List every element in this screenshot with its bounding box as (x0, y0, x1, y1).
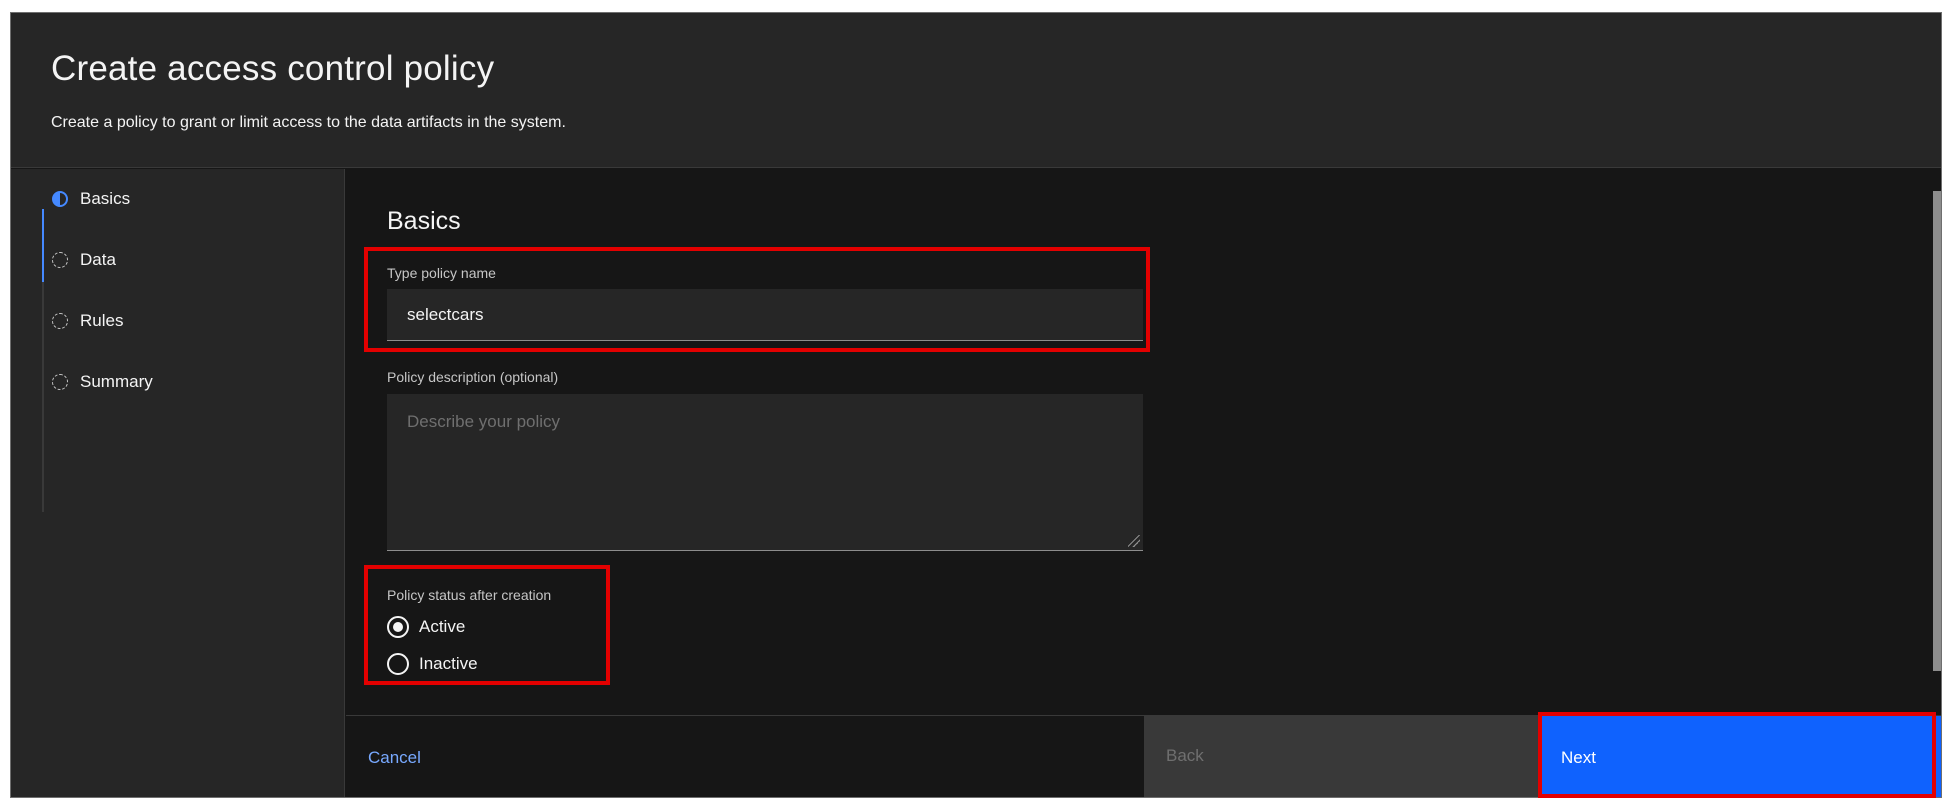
next-button[interactable]: Next (1539, 716, 1941, 797)
section-title: Basics (387, 207, 461, 235)
progress-current-marker (42, 209, 44, 282)
step-basics[interactable]: Basics (52, 184, 130, 214)
modal-footer: Cancel Back Next (346, 715, 1941, 797)
description-placeholder: Describe your policy (407, 412, 561, 431)
step-incomplete-icon (52, 252, 68, 268)
policy-status-label: Policy status after creation (387, 587, 552, 603)
radio-label: Active (419, 617, 466, 636)
back-button[interactable]: Back (1144, 716, 1539, 797)
step-incomplete-icon (52, 374, 68, 390)
status-radio-active[interactable]: Active (387, 614, 465, 640)
policy-description-textarea[interactable]: Describe your policy (387, 394, 1143, 551)
step-label: Rules (80, 311, 124, 330)
step-current-icon (52, 191, 68, 207)
radio-label: Inactive (419, 654, 478, 673)
progress-indicator: Basics Data Rules Summary (11, 169, 345, 797)
policy-description-label: Policy description (optional) (387, 369, 559, 385)
step-rules[interactable]: Rules (52, 306, 123, 336)
resize-handle-icon[interactable] (1128, 535, 1140, 547)
radio-checked-icon[interactable] (387, 616, 409, 638)
modal-subtitle: Create a policy to grant or limit access… (51, 114, 566, 131)
scrollbar[interactable] (1933, 191, 1941, 671)
cancel-button[interactable]: Cancel (346, 716, 1124, 797)
modal-header: Create access control policy Create a po… (11, 13, 1941, 168)
step-label: Data (80, 250, 116, 269)
step-summary[interactable]: Summary (52, 367, 153, 397)
modal-title: Create access control policy (51, 49, 495, 88)
step-incomplete-icon (52, 313, 68, 329)
radio-unchecked-icon[interactable] (387, 653, 409, 675)
status-radio-inactive[interactable]: Inactive (387, 651, 478, 677)
form-content: Basics Type policy name Policy descripti… (346, 169, 1941, 715)
policy-name-label: Type policy name (387, 265, 496, 281)
create-policy-modal: Create access control policy Create a po… (10, 12, 1942, 798)
policy-name-input[interactable] (387, 289, 1143, 341)
step-label: Summary (80, 372, 153, 391)
step-label: Basics (80, 189, 131, 208)
step-data[interactable]: Data (52, 245, 116, 275)
